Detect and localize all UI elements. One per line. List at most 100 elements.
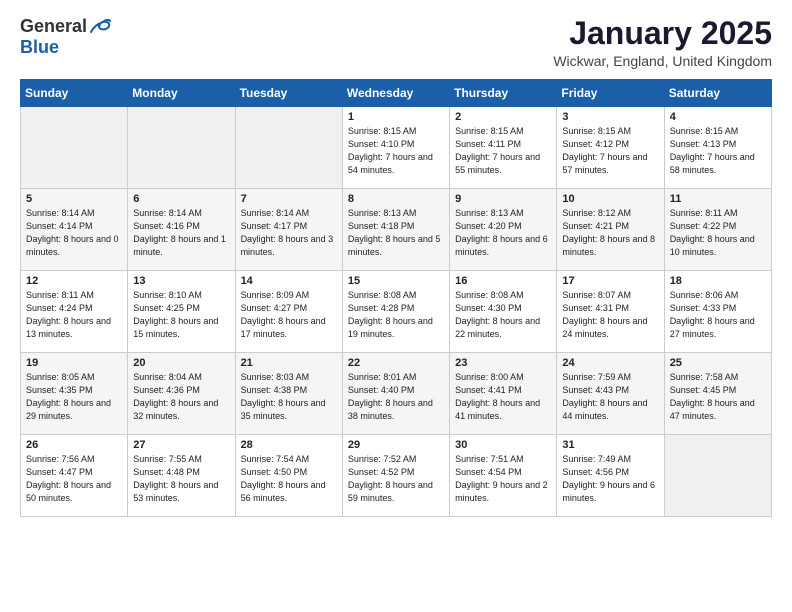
calendar-cell: 23Sunrise: 8:00 AMSunset: 4:41 PMDayligh… <box>450 353 557 435</box>
day-detail: Sunrise: 7:49 AMSunset: 4:56 PMDaylight:… <box>562 454 655 503</box>
day-detail: Sunrise: 8:03 AMSunset: 4:38 PMDaylight:… <box>241 372 326 421</box>
day-number: 10 <box>562 193 658 205</box>
calendar-cell: 24 Sunrise: 7:59 AMSunset: 4:43 PMDayligh… <box>557 353 664 435</box>
day-number: 13 <box>133 275 229 287</box>
calendar-cell: 28 Sunrise: 7:54 AMSunset: 4:50 PMDayligh… <box>235 435 342 517</box>
day-detail: Sunrise: 8:15 AMSunset: 4:10 PMDaylight:… <box>348 126 433 175</box>
calendar-cell: 26Sunrise: 7:56 AMSunset: 4:47 PMDayligh… <box>21 435 128 517</box>
calendar-cell <box>235 107 342 189</box>
day-number: 19 <box>26 357 122 369</box>
header-cell-saturday: Saturday <box>664 80 771 107</box>
calendar-cell: 5 Sunrise: 8:14 AMSunset: 4:14 PMDaylight… <box>21 189 128 271</box>
day-number: 23 <box>455 357 551 369</box>
week-row-3: 12 Sunrise: 8:11 AMSunset: 4:24 PMDayligh… <box>21 271 772 353</box>
day-number: 12 <box>26 275 122 287</box>
day-detail: Sunrise: 7:54 AMSunset: 4:50 PMDaylight:… <box>241 454 326 503</box>
calendar-cell: 22Sunrise: 8:01 AMSunset: 4:40 PMDayligh… <box>342 353 449 435</box>
day-detail: Sunrise: 7:59 AMSunset: 4:43 PMDaylight:… <box>562 372 647 421</box>
day-detail: Sunrise: 8:11 AMSunset: 4:22 PMDaylight:… <box>670 208 755 257</box>
logo-bird-icon <box>89 18 111 36</box>
day-number: 22 <box>348 357 444 369</box>
day-number: 30 <box>455 439 551 451</box>
day-number: 17 <box>562 275 658 287</box>
calendar-cell <box>128 107 235 189</box>
day-detail: Sunrise: 8:09 AMSunset: 4:27 PMDaylight:… <box>241 290 326 339</box>
day-number: 8 <box>348 193 444 205</box>
calendar-cell: 4Sunrise: 8:15 AMSunset: 4:13 PMDaylight… <box>664 107 771 189</box>
day-detail: Sunrise: 8:05 AMSunset: 4:35 PMDaylight:… <box>26 372 111 421</box>
calendar-cell: 29Sunrise: 7:52 AMSunset: 4:52 PMDayligh… <box>342 435 449 517</box>
calendar-cell: 7Sunrise: 8:14 AMSunset: 4:17 PMDaylight… <box>235 189 342 271</box>
day-number: 27 <box>133 439 229 451</box>
page: General Blue January 2025 Wickwar, Engla… <box>0 0 792 527</box>
calendar-cell: 2Sunrise: 8:15 AMSunset: 4:11 PMDaylight… <box>450 107 557 189</box>
calendar-cell: 8 Sunrise: 8:13 AMSunset: 4:18 PMDaylight… <box>342 189 449 271</box>
week-row-4: 19 Sunrise: 8:05 AMSunset: 4:35 PMDayligh… <box>21 353 772 435</box>
calendar-cell: 13Sunrise: 8:10 AMSunset: 4:25 PMDayligh… <box>128 271 235 353</box>
day-number: 7 <box>241 193 337 205</box>
calendar-cell: 20Sunrise: 8:04 AMSunset: 4:36 PMDayligh… <box>128 353 235 435</box>
day-detail: Sunrise: 8:13 AMSunset: 4:20 PMDaylight:… <box>455 208 548 257</box>
day-detail: Sunrise: 8:08 AMSunset: 4:28 PMDaylight:… <box>348 290 433 339</box>
day-detail: Sunrise: 8:11 AMSunset: 4:24 PMDaylight:… <box>26 290 111 339</box>
calendar-cell: 30 Sunrise: 7:51 AMSunset: 4:54 PMDayligh… <box>450 435 557 517</box>
day-number: 14 <box>241 275 337 287</box>
day-number: 9 <box>455 193 551 205</box>
logo: General Blue <box>20 16 111 58</box>
calendar-cell: 12 Sunrise: 8:11 AMSunset: 4:24 PMDayligh… <box>21 271 128 353</box>
header-cell-thursday: Thursday <box>450 80 557 107</box>
day-number: 15 <box>348 275 444 287</box>
week-row-5: 26Sunrise: 7:56 AMSunset: 4:47 PMDayligh… <box>21 435 772 517</box>
calendar-cell: 9 Sunrise: 8:13 AMSunset: 4:20 PMDaylight… <box>450 189 557 271</box>
day-number: 24 <box>562 357 658 369</box>
calendar-cell: 27 Sunrise: 7:55 AMSunset: 4:48 PMDayligh… <box>128 435 235 517</box>
calendar-cell: 19 Sunrise: 8:05 AMSunset: 4:35 PMDayligh… <box>21 353 128 435</box>
day-detail: Sunrise: 7:51 AMSunset: 4:54 PMDaylight:… <box>455 454 548 503</box>
header-cell-tuesday: Tuesday <box>235 80 342 107</box>
day-detail: Sunrise: 7:58 AMSunset: 4:45 PMDaylight:… <box>670 372 755 421</box>
calendar-cell <box>21 107 128 189</box>
main-title: January 2025 <box>553 16 772 51</box>
day-detail: Sunrise: 8:15 AMSunset: 4:12 PMDaylight:… <box>562 126 647 175</box>
header: General Blue January 2025 Wickwar, Engla… <box>20 16 772 69</box>
day-detail: Sunrise: 8:15 AMSunset: 4:13 PMDaylight:… <box>670 126 755 175</box>
calendar-cell: 6 Sunrise: 8:14 AMSunset: 4:16 PMDaylight… <box>128 189 235 271</box>
calendar-cell: 25Sunrise: 7:58 AMSunset: 4:45 PMDayligh… <box>664 353 771 435</box>
calendar-cell: 18Sunrise: 8:06 AMSunset: 4:33 PMDayligh… <box>664 271 771 353</box>
day-detail: Sunrise: 7:55 AMSunset: 4:48 PMDaylight:… <box>133 454 218 503</box>
day-number: 6 <box>133 193 229 205</box>
day-detail: Sunrise: 8:07 AMSunset: 4:31 PMDaylight:… <box>562 290 647 339</box>
day-number: 21 <box>241 357 337 369</box>
day-number: 28 <box>241 439 337 451</box>
day-number: 11 <box>670 193 766 205</box>
header-cell-friday: Friday <box>557 80 664 107</box>
logo-blue-text: Blue <box>20 37 59 58</box>
header-cell-monday: Monday <box>128 80 235 107</box>
day-detail: Sunrise: 8:08 AMSunset: 4:30 PMDaylight:… <box>455 290 540 339</box>
day-number: 5 <box>26 193 122 205</box>
calendar-cell: 1 Sunrise: 8:15 AMSunset: 4:10 PMDaylight… <box>342 107 449 189</box>
calendar-cell: 15 Sunrise: 8:08 AMSunset: 4:28 PMDayligh… <box>342 271 449 353</box>
week-row-2: 5 Sunrise: 8:14 AMSunset: 4:14 PMDaylight… <box>21 189 772 271</box>
calendar-cell <box>664 435 771 517</box>
calendar-cell: 10Sunrise: 8:12 AMSunset: 4:21 PMDayligh… <box>557 189 664 271</box>
calendar-cell: 17 Sunrise: 8:07 AMSunset: 4:31 PMDayligh… <box>557 271 664 353</box>
day-number: 16 <box>455 275 551 287</box>
calendar-cell: 16 Sunrise: 8:08 AMSunset: 4:30 PMDayligh… <box>450 271 557 353</box>
subtitle: Wickwar, England, United Kingdom <box>553 53 772 69</box>
calendar-cell: 3 Sunrise: 8:15 AMSunset: 4:12 PMDaylight… <box>557 107 664 189</box>
day-number: 18 <box>670 275 766 287</box>
day-number: 1 <box>348 111 444 123</box>
day-detail: Sunrise: 8:13 AMSunset: 4:18 PMDaylight:… <box>348 208 441 257</box>
day-detail: Sunrise: 8:15 AMSunset: 4:11 PMDaylight:… <box>455 126 540 175</box>
day-number: 20 <box>133 357 229 369</box>
calendar-cell: 14 Sunrise: 8:09 AMSunset: 4:27 PMDayligh… <box>235 271 342 353</box>
week-row-1: 1 Sunrise: 8:15 AMSunset: 4:10 PMDaylight… <box>21 107 772 189</box>
day-detail: Sunrise: 8:14 AMSunset: 4:14 PMDaylight:… <box>26 208 119 257</box>
calendar-table: SundayMondayTuesdayWednesdayThursdayFrid… <box>20 79 772 517</box>
day-number: 29 <box>348 439 444 451</box>
day-number: 31 <box>562 439 658 451</box>
day-detail: Sunrise: 8:14 AMSunset: 4:16 PMDaylight:… <box>133 208 226 257</box>
day-number: 3 <box>562 111 658 123</box>
header-cell-wednesday: Wednesday <box>342 80 449 107</box>
